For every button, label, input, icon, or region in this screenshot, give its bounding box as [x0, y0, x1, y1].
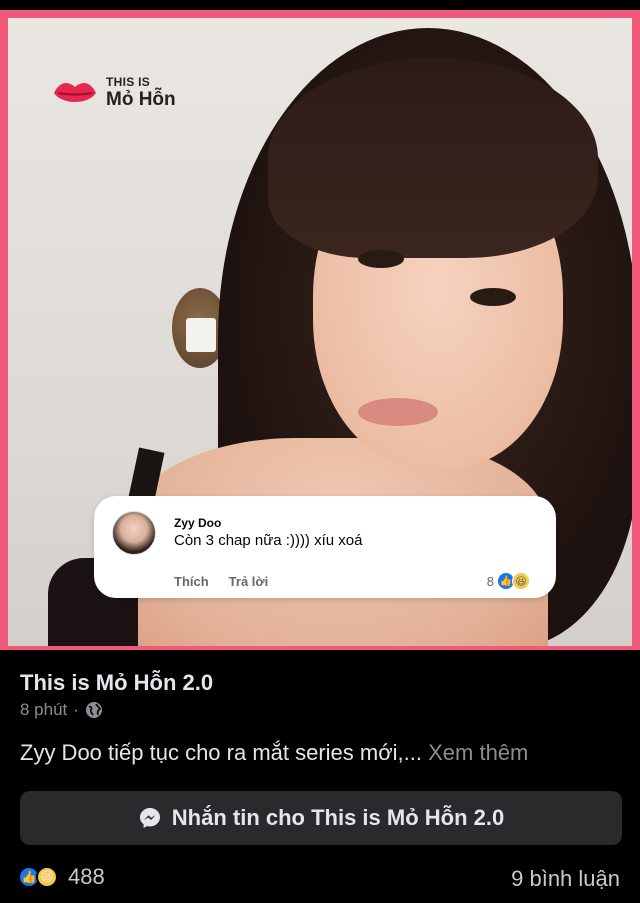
- page-name[interactable]: This is Mỏ Hỗn 2.0: [20, 670, 213, 696]
- comment-reaction-count: 8: [486, 573, 494, 589]
- photo-lips: [358, 398, 438, 426]
- post-image-frame[interactable]: THIS IS Mỏ Hỗn Zyy Doo Còn 3 chap nữa :)…: [0, 10, 640, 650]
- brand-logo: THIS IS Mỏ Hỗn: [52, 76, 176, 109]
- photo-eye-left: [358, 250, 404, 268]
- globe-icon[interactable]: [85, 701, 103, 719]
- photo-eye-right: [470, 288, 516, 306]
- haha-icon: 😆: [36, 866, 58, 888]
- messenger-icon: [139, 808, 160, 828]
- post-reactions[interactable]: 👍 😆 488: [18, 864, 105, 890]
- logo-line2: Mỏ Hỗn: [106, 89, 176, 110]
- message-page-button[interactable]: Nhắn tin cho This is Mỏ Hỗn 2.0: [20, 791, 622, 845]
- comment-actions: Thích Trả lời: [174, 574, 268, 589]
- comment-reactions: 8 👍 😆: [487, 572, 530, 590]
- avatar: [112, 511, 156, 555]
- message-button-label: Nhắn tin cho This is Mỏ Hỗn 2.0: [171, 805, 505, 830]
- comment-author: Zyy Doo: [174, 516, 222, 530]
- wall-socket: [186, 318, 216, 352]
- comment-text: Còn 3 chap nữa :)))) xíu xoá: [174, 532, 363, 549]
- meta-separator: ·: [73, 700, 79, 719]
- comment-like-action: Thích: [174, 574, 209, 589]
- photo-bangs: [268, 58, 598, 258]
- lips-icon: [54, 82, 96, 102]
- comment-reply-action: Trả lời: [228, 574, 269, 589]
- logo-line1: THIS IS: [106, 75, 151, 89]
- see-more-link[interactable]: Xem thêm: [428, 740, 528, 765]
- reaction-count: 488: [68, 864, 105, 889]
- post-meta: 8 phút ·: [20, 700, 103, 720]
- caption-text: Zyy Doo tiếp tục cho ra mắt series mới,.…: [20, 740, 422, 765]
- haha-icon: 😆: [512, 572, 530, 590]
- comments-count[interactable]: 9 bình luận: [511, 866, 620, 892]
- quoted-comment: Zyy Doo Còn 3 chap nữa :)))) xíu xoá Thí…: [94, 496, 556, 598]
- post-photo[interactable]: THIS IS Mỏ Hỗn Zyy Doo Còn 3 chap nữa :)…: [8, 18, 632, 646]
- post-time[interactable]: 8 phút: [20, 700, 67, 720]
- post-caption: Zyy Doo tiếp tục cho ra mắt series mới,.…: [20, 740, 528, 766]
